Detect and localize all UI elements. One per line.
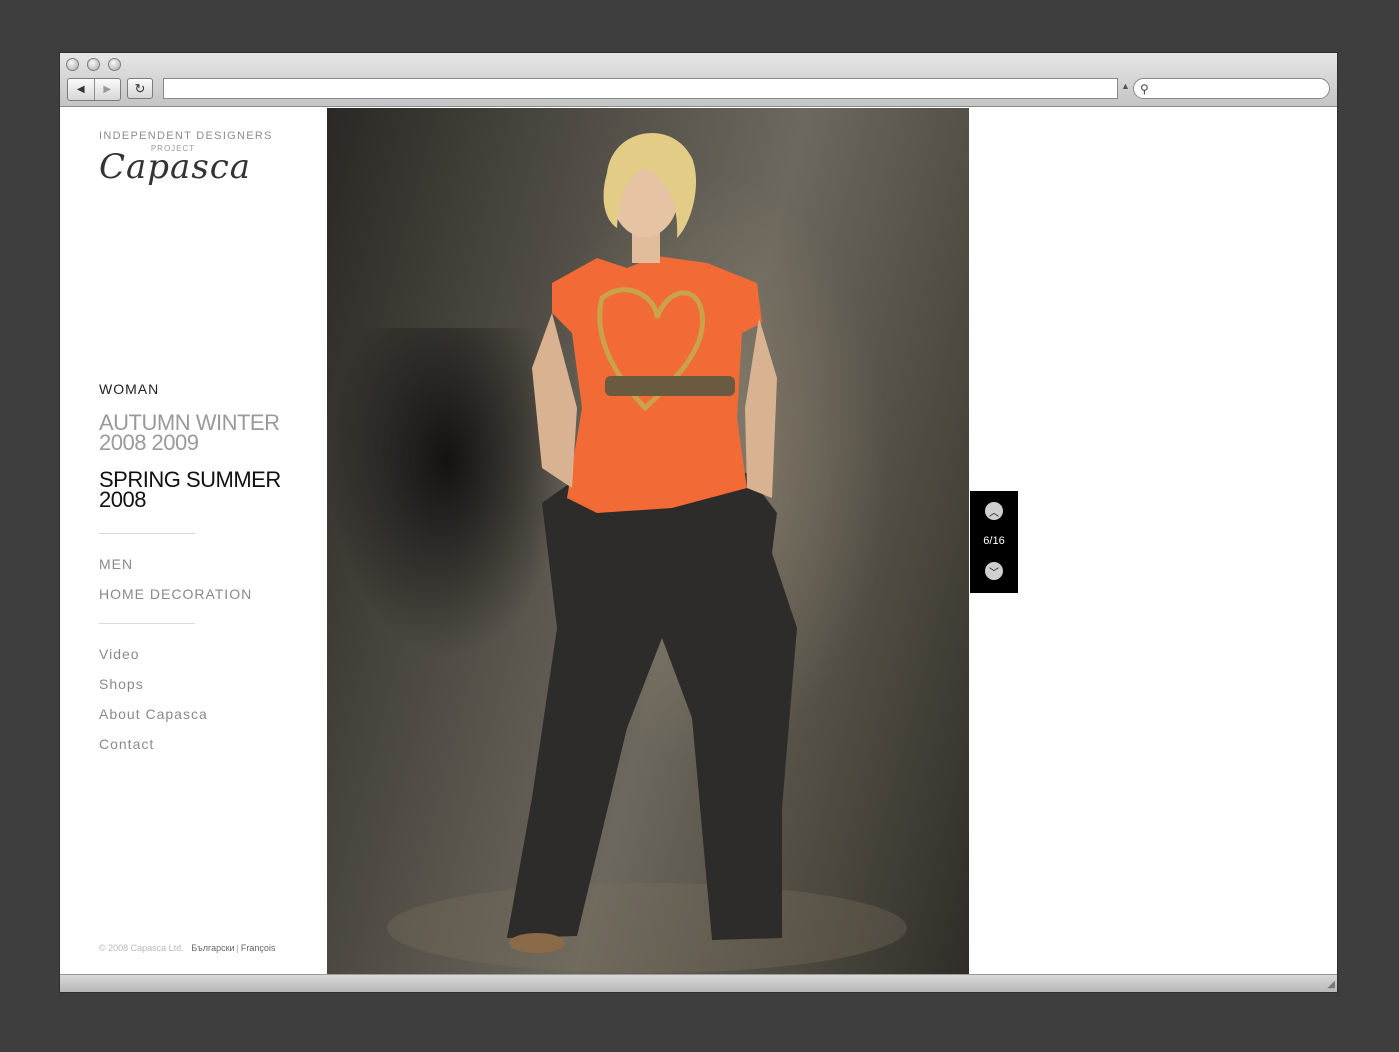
back-button[interactable]: ◀ — [68, 79, 94, 100]
history-buttons: ◀ ▶ — [67, 78, 121, 101]
season-line: 2008 2009 — [99, 430, 199, 455]
season-spring-summer[interactable]: SPRING SUMMER 2008 — [99, 469, 299, 512]
divider — [99, 623, 195, 624]
copyright: © 2008 Capasca Ltd. — [99, 943, 184, 953]
window-controls — [66, 58, 121, 71]
browser-window: ◀ ▶ ↻ ▲ ⚲ INDEPENDENT DESIGNERS PROJECT … — [60, 53, 1337, 992]
lang-french[interactable]: François — [241, 943, 276, 953]
season-autumn-winter[interactable]: AUTUMN WINTER 2008 2009 — [99, 412, 299, 455]
chevron-up-icon: ︿ — [989, 507, 999, 519]
next-image-button[interactable]: ﹀ — [985, 562, 1003, 580]
reload-icon: ↻ — [134, 80, 146, 96]
season-line: 2008 — [99, 487, 146, 512]
sidebar: INDEPENDENT DESIGNERS PROJECT Capasca WO… — [60, 108, 327, 974]
nav-video[interactable]: Video — [99, 646, 140, 662]
previous-image-button[interactable]: ︿ — [985, 502, 1003, 520]
collection-photo — [327, 108, 969, 975]
browser-toolbar: ◀ ▶ ↻ ▲ ⚲ — [60, 53, 1337, 107]
forward-button[interactable]: ▶ — [93, 79, 121, 100]
minimize-window-button[interactable] — [87, 58, 100, 71]
search-icon: ⚲ — [1140, 81, 1149, 96]
divider — [99, 533, 195, 534]
address-bar[interactable] — [163, 78, 1118, 99]
address-dropdown-icon[interactable]: ▲ — [1121, 81, 1130, 91]
nav-contact[interactable]: Contact — [99, 736, 154, 752]
nav-men[interactable]: MEN — [99, 556, 133, 572]
lang-separator: | — [236, 943, 239, 953]
nav-about[interactable]: About Capasca — [99, 706, 208, 722]
image-counter: 6/16 — [983, 535, 1005, 547]
nav-woman[interactable]: WOMAN — [99, 381, 159, 397]
gallery-pager: ︿ 6/16 ﹀ — [970, 491, 1018, 593]
status-bar: ◢ — [60, 974, 1337, 992]
model-illustration — [387, 132, 907, 973]
chevron-down-icon: ﹀ — [989, 567, 999, 579]
close-window-button[interactable] — [66, 58, 79, 71]
resize-grip-icon[interactable]: ◢ — [1327, 979, 1335, 990]
logo-tagline: INDEPENDENT DESIGNERS — [99, 130, 273, 142]
logo-script: Capasca — [99, 147, 252, 187]
lang-bulgarian[interactable]: Български — [191, 943, 234, 953]
search-field[interactable]: ⚲ — [1133, 78, 1330, 99]
reload-button[interactable]: ↻ — [127, 78, 153, 99]
zoom-window-button[interactable] — [108, 58, 121, 71]
footer: © 2008 Capasca Ltd. Български | François — [99, 943, 275, 953]
nav-home-decoration[interactable]: HOME DECORATION — [99, 586, 252, 602]
nav-shops[interactable]: Shops — [99, 676, 144, 692]
back-arrow-icon: ◀ — [76, 84, 85, 95]
capasca-logo[interactable]: INDEPENDENT DESIGNERS PROJECT Capasca — [99, 130, 273, 187]
forward-arrow-icon: ▶ — [103, 84, 112, 95]
